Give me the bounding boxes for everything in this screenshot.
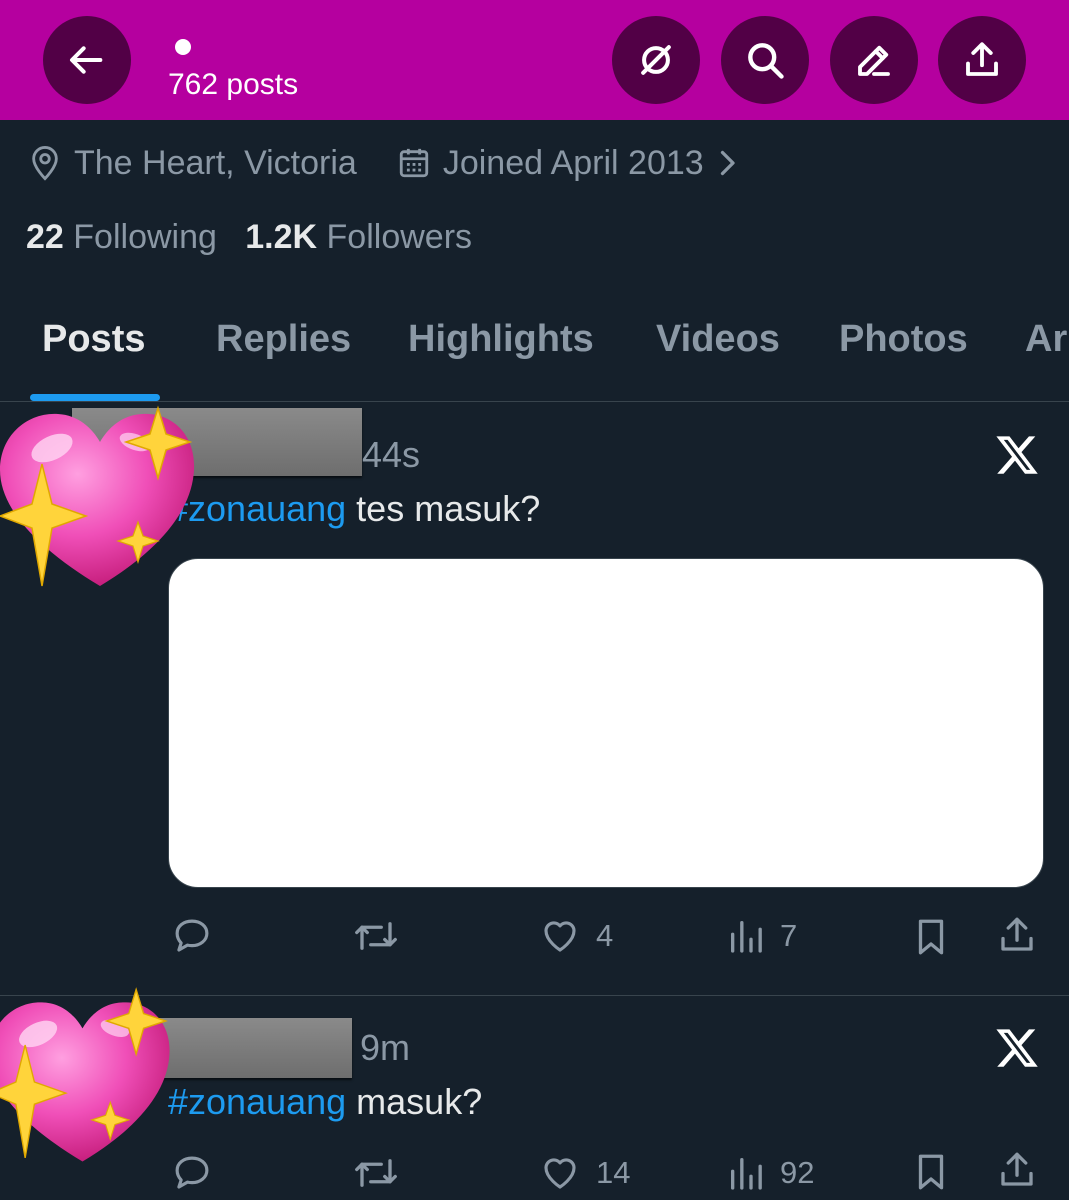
bookmark-button[interactable]	[910, 1150, 952, 1194]
x-logo-icon[interactable]	[994, 432, 1040, 478]
reply-icon	[175, 1156, 209, 1189]
grok-icon	[641, 45, 671, 75]
search-button[interactable]	[721, 16, 809, 104]
post-text: #zonauang tes masuk?	[168, 488, 540, 530]
views-button[interactable]: 7	[726, 915, 797, 957]
redacted-username	[150, 1018, 352, 1078]
like-count: 14	[596, 1155, 631, 1190]
tab-replies[interactable]: Replies	[216, 318, 351, 361]
profile-meta-row: The Heart, Victoria Joined April 2013	[28, 140, 738, 186]
post-body: tes masuk?	[346, 488, 541, 529]
reply-button[interactable]	[170, 915, 214, 957]
view-count: 92	[780, 1155, 815, 1190]
following-link[interactable]: 22 Following	[26, 218, 217, 256]
heart-icon	[544, 1158, 576, 1189]
back-arrow-icon	[70, 46, 103, 74]
share-icon	[966, 42, 998, 76]
repost-button[interactable]	[352, 1152, 400, 1194]
view-count: 7	[780, 918, 798, 953]
follow-stats: 22 Following 1.2K Followers	[26, 218, 472, 257]
grok-button[interactable]	[612, 16, 700, 104]
followers-label: Followers	[326, 218, 473, 256]
profile-location: The Heart, Victoria	[74, 143, 357, 182]
tab-posts[interactable]: Posts	[42, 318, 145, 361]
search-icon	[748, 43, 784, 79]
following-label: Following	[73, 218, 217, 256]
chevron-right-icon[interactable]	[716, 148, 738, 178]
share-post-button[interactable]	[996, 1148, 1038, 1192]
like-button[interactable]: 14	[538, 1152, 630, 1194]
repost-icon	[355, 922, 397, 950]
calendar-icon	[399, 148, 428, 178]
followers-count: 1.2K	[245, 218, 318, 256]
sparkling-heart-sticker	[0, 405, 195, 587]
tab-highlights[interactable]: Highlights	[408, 318, 594, 361]
x-logo-icon[interactable]	[994, 1025, 1040, 1071]
reply-button[interactable]	[170, 1152, 214, 1194]
post-body: masuk?	[346, 1081, 483, 1122]
back-button[interactable]	[43, 16, 131, 104]
views-chart-icon	[731, 921, 762, 953]
post-timestamp: 9m	[360, 1027, 411, 1068]
like-count: 4	[596, 918, 614, 953]
heart-icon	[544, 921, 576, 952]
like-button[interactable]: 4	[538, 915, 613, 957]
share-icon	[1001, 1152, 1033, 1186]
post-text: #zonauang masuk?	[168, 1081, 482, 1123]
hashtag-link[interactable]: #zonauang	[168, 1081, 346, 1122]
tab-videos[interactable]: Videos	[656, 318, 780, 361]
post-media[interactable]	[168, 558, 1044, 888]
edit-icon	[858, 45, 890, 76]
share-icon	[1001, 917, 1033, 951]
followers-link[interactable]: 1.2K Followers	[245, 218, 472, 256]
views-chart-icon	[731, 1158, 762, 1190]
share-profile-button[interactable]	[938, 16, 1026, 104]
views-button[interactable]: 92	[726, 1152, 814, 1194]
share-post-button[interactable]	[996, 913, 1038, 957]
edit-button[interactable]	[830, 16, 918, 104]
tab-articles[interactable]: Ar	[1025, 318, 1067, 361]
location-pin-icon	[32, 146, 58, 181]
tab-photos[interactable]: Photos	[839, 318, 968, 361]
bookmark-button[interactable]	[910, 915, 952, 959]
following-count: 22	[26, 218, 64, 256]
sparkling-heart-sticker	[0, 987, 170, 1162]
bookmark-icon	[918, 919, 944, 955]
repost-button[interactable]	[352, 915, 400, 957]
display-name-dot	[175, 39, 191, 55]
joined-date-link[interactable]: Joined April 2013	[443, 144, 704, 183]
profile-header: 762 posts	[0, 0, 1069, 120]
post-timestamp: 44s	[362, 434, 421, 475]
post-count: 762 posts	[168, 68, 299, 101]
bookmark-icon	[918, 1154, 944, 1190]
repost-icon	[355, 1159, 397, 1187]
reply-icon	[175, 919, 209, 952]
